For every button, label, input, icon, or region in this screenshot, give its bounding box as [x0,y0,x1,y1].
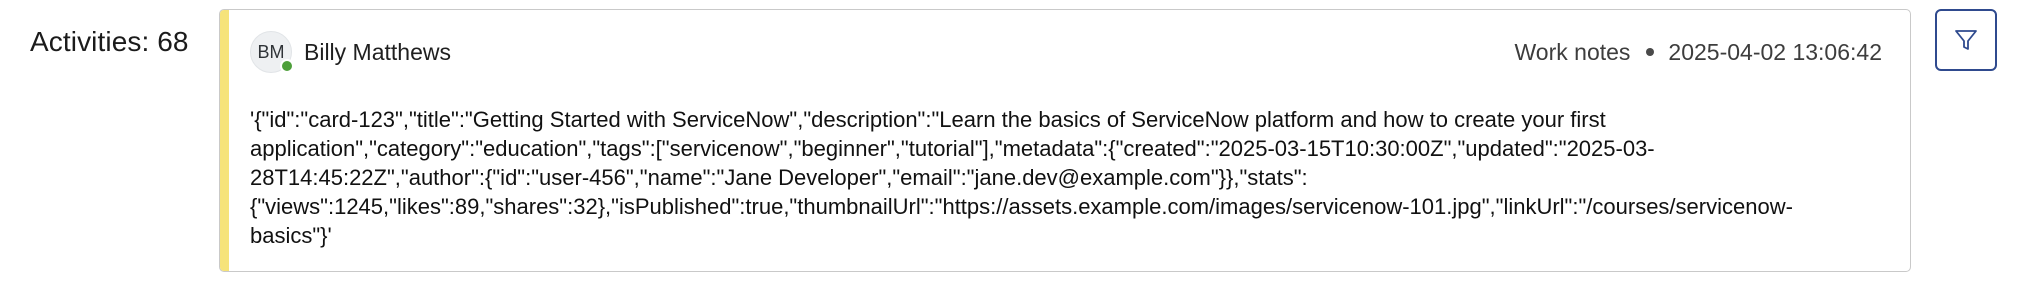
author-name[interactable]: Billy Matthews [304,39,451,66]
avatar-initials: BM [257,41,285,62]
filter-icon [1955,30,1977,50]
avatar[interactable]: BM [250,31,294,73]
activity-entry-card: BM Billy Matthews Work notes 2025-04-02 … [219,9,1911,272]
activity-stream: Activities: 68 BM Billy Matthews Work no… [0,0,2026,296]
activity-entry-body: '{"id":"card-123","title":"Getting Start… [250,107,1793,248]
filter-button[interactable] [1935,9,1997,71]
presence-status-icon [280,59,294,73]
activity-entry-header: BM Billy Matthews Work notes 2025-04-02 … [250,30,1882,74]
work-notes-accent-bar [220,10,229,271]
separator-dot-icon [1646,48,1655,56]
activities-count-label: Activities: 68 [30,26,189,57]
entry-type-label: Work notes [1514,38,1631,65]
entry-timestamp: 2025-04-02 13:06:42 [1668,38,1882,65]
entry-meta: Work notes 2025-04-02 13:06:42 [1515,39,1882,66]
